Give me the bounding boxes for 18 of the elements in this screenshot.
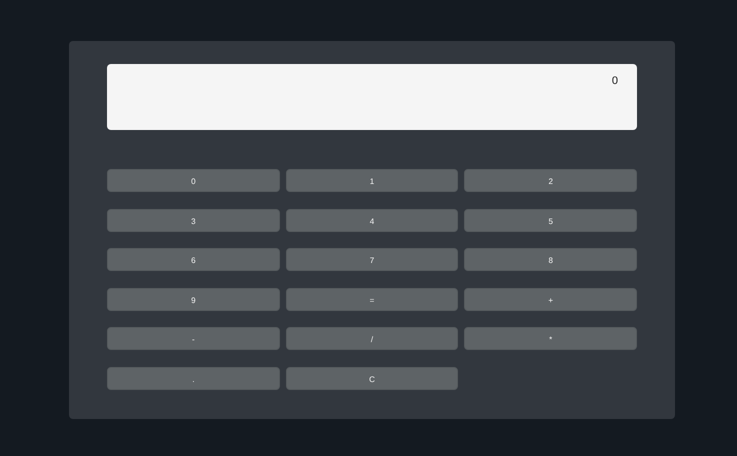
calculator-key[interactable]: 1 xyxy=(286,169,458,192)
calculator-key[interactable]: 3 xyxy=(107,208,280,232)
calculator-key[interactable]: 0 xyxy=(107,169,280,192)
calculator-key[interactable]: 8 xyxy=(464,248,637,271)
calculator-key[interactable]: = xyxy=(286,288,458,310)
calculator-key[interactable]: * xyxy=(464,327,637,350)
calculator-key[interactable]: / xyxy=(286,327,458,350)
calculator-key[interactable]: . xyxy=(107,366,280,390)
calculator-key[interactable]: 7 xyxy=(286,248,458,271)
calculator-key[interactable]: 9 xyxy=(107,288,280,310)
calculator-key[interactable]: 2 xyxy=(464,169,637,192)
calculator-key[interactable]: 5 xyxy=(464,208,637,232)
calculator-key[interactable]: C xyxy=(286,366,458,390)
calculator-key[interactable]: - xyxy=(107,327,280,350)
calculator-key[interactable]: + xyxy=(464,288,637,310)
display-value: 0 xyxy=(612,75,618,88)
calculator-key[interactable]: 4 xyxy=(286,208,458,232)
calculator-key[interactable]: 6 xyxy=(107,248,280,271)
